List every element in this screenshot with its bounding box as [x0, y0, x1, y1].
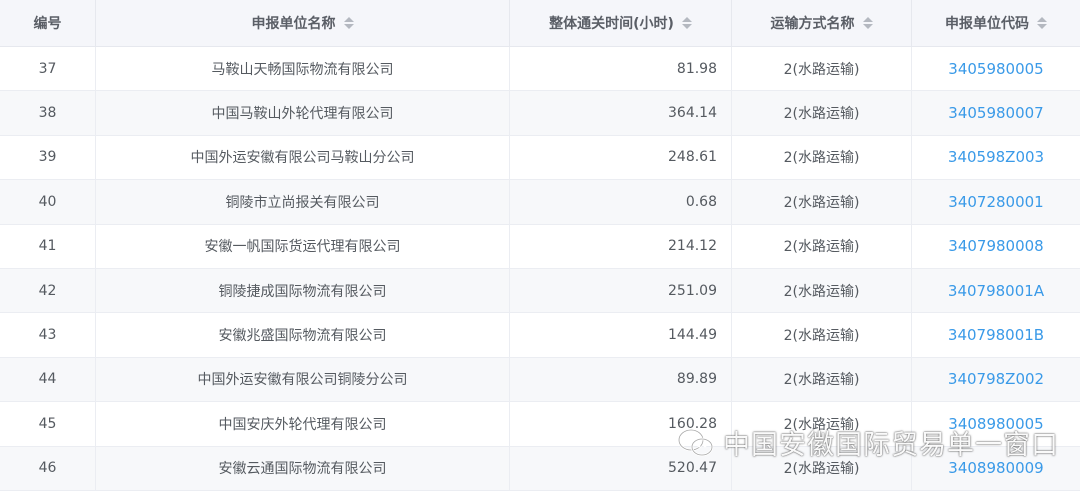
- sort-icon[interactable]: [681, 17, 692, 29]
- cell-clearance-time: 520.47: [510, 446, 732, 490]
- cell-company-name: 中国安庆外轮代理有限公司: [96, 402, 510, 446]
- table-row: 43 安徽兆盛国际物流有限公司 144.49 2(水路运输) 340798001…: [0, 313, 1080, 358]
- company-code-link[interactable]: 3407280001: [912, 180, 1080, 223]
- cell-clearance-time: 81.98: [510, 47, 732, 91]
- cell-transport-mode: 2(水路运输): [732, 224, 912, 268]
- cell-company-name: 铜陵捷成国际物流有限公司: [96, 268, 510, 313]
- sort-icon[interactable]: [1037, 17, 1047, 29]
- cell-transport-mode: 2(水路运输): [732, 135, 912, 180]
- column-header-label: 运输方式名称: [770, 16, 855, 32]
- column-header-company-name[interactable]: 申报单位名称: [96, 0, 510, 46]
- cell-number: 38: [0, 91, 96, 135]
- cell-clearance-time: 214.12: [510, 224, 732, 268]
- table-row: 42 铜陵捷成国际物流有限公司 251.09 2(水路运输) 340798001…: [0, 268, 1080, 314]
- cell-number: 44: [0, 357, 96, 402]
- column-header-label: 编号: [33, 16, 62, 32]
- cell-clearance-time: 251.09: [510, 268, 732, 313]
- cell-transport-mode: 2(水路运输): [732, 446, 912, 490]
- cell-company-name: 中国马鞍山外轮代理有限公司: [96, 91, 510, 135]
- cell-number: 40: [0, 180, 96, 224]
- cell-number: 39: [0, 135, 96, 180]
- column-header-label: 申报单位名称: [251, 16, 336, 32]
- cell-clearance-time: 0.68: [510, 180, 732, 224]
- cell-number: 42: [0, 268, 96, 313]
- cell-transport-mode: 2(水路运输): [732, 180, 912, 224]
- cell-transport-mode: 2(水路运输): [732, 357, 912, 402]
- column-header-number: 编号: [0, 0, 96, 46]
- table-row: 38 中国马鞍山外轮代理有限公司 364.14 2(水路运输) 34059800…: [0, 91, 1080, 136]
- cell-number: 45: [0, 402, 96, 446]
- cell-number: 41: [0, 224, 96, 268]
- cell-transport-mode: 2(水路运输): [732, 402, 912, 446]
- cell-clearance-time: 89.89: [510, 357, 732, 402]
- table-row: 40 铜陵市立尚报关有限公司 0.68 2(水路运输) 3407280001: [0, 180, 1080, 225]
- cell-company-name: 铜陵市立尚报关有限公司: [96, 180, 510, 224]
- table-header: 编号 申报单位名称 整体通关时间(小时) 运输方式名称 申报单位代码: [0, 0, 1080, 47]
- table-row: 39 中国外运安徽有限公司马鞍山分公司 248.61 2(水路运输) 34059…: [0, 135, 1080, 181]
- column-header-transport-mode[interactable]: 运输方式名称: [732, 0, 912, 46]
- company-code-link[interactable]: 340798001A: [912, 269, 1080, 312]
- company-code-link[interactable]: 3408980009: [912, 447, 1080, 490]
- cell-clearance-time: 248.61: [510, 135, 732, 180]
- cell-company-name: 马鞍山天畅国际物流有限公司: [96, 47, 510, 91]
- table-row: 44 中国外运安徽有限公司铜陵分公司 89.89 2(水路运输) 340798Z…: [0, 357, 1080, 403]
- cell-number: 46: [0, 446, 96, 490]
- company-code-link[interactable]: 3408980005: [912, 402, 1080, 445]
- cell-company-name: 中国外运安徽有限公司马鞍山分公司: [96, 135, 510, 180]
- customs-clearance-table: 编号 申报单位名称 整体通关时间(小时) 运输方式名称 申报单位代码 37 马鞍…: [0, 0, 1080, 491]
- cell-company-name: 安徽云通国际物流有限公司: [96, 446, 510, 490]
- cell-company-name: 安徽一帆国际货运代理有限公司: [96, 224, 510, 268]
- cell-transport-mode: 2(水路运输): [732, 91, 912, 135]
- sort-icon[interactable]: [343, 17, 354, 29]
- company-code-link[interactable]: 340798Z002: [912, 358, 1080, 401]
- cell-transport-mode: 2(水路运输): [732, 313, 912, 357]
- column-header-clearance-time[interactable]: 整体通关时间(小时): [510, 0, 732, 46]
- cell-transport-mode: 2(水路运输): [732, 268, 912, 313]
- column-header-company-code[interactable]: 申报单位代码: [912, 0, 1080, 46]
- table-row: 37 马鞍山天畅国际物流有限公司 81.98 2(水路运输) 340598000…: [0, 47, 1080, 92]
- company-code-link[interactable]: 3405980005: [912, 47, 1080, 90]
- cell-clearance-time: 160.28: [510, 402, 732, 446]
- column-header-label: 整体通关时间(小时): [549, 16, 674, 32]
- company-code-link[interactable]: 340598Z003: [912, 136, 1080, 179]
- cell-clearance-time: 364.14: [510, 91, 732, 135]
- cell-company-name: 中国外运安徽有限公司铜陵分公司: [96, 357, 510, 402]
- cell-clearance-time: 144.49: [510, 313, 732, 357]
- table-body: 37 马鞍山天畅国际物流有限公司 81.98 2(水路运输) 340598000…: [0, 47, 1080, 491]
- table-row: 41 安徽一帆国际货运代理有限公司 214.12 2(水路运输) 3407980…: [0, 224, 1080, 269]
- company-code-link[interactable]: 3405980007: [912, 91, 1080, 134]
- table-row: 45 中国安庆外轮代理有限公司 160.28 2(水路运输) 340898000…: [0, 402, 1080, 447]
- cell-transport-mode: 2(水路运输): [732, 47, 912, 91]
- column-header-label: 申报单位代码: [945, 16, 1029, 32]
- table-row: 46 安徽云通国际物流有限公司 520.47 2(水路运输) 340898000…: [0, 446, 1080, 491]
- cell-number: 37: [0, 47, 96, 91]
- company-code-link[interactable]: 3407980008: [912, 225, 1080, 268]
- cell-company-name: 安徽兆盛国际物流有限公司: [96, 313, 510, 357]
- cell-number: 43: [0, 313, 96, 357]
- company-code-link[interactable]: 340798001B: [912, 313, 1080, 356]
- sort-icon[interactable]: [862, 17, 873, 29]
